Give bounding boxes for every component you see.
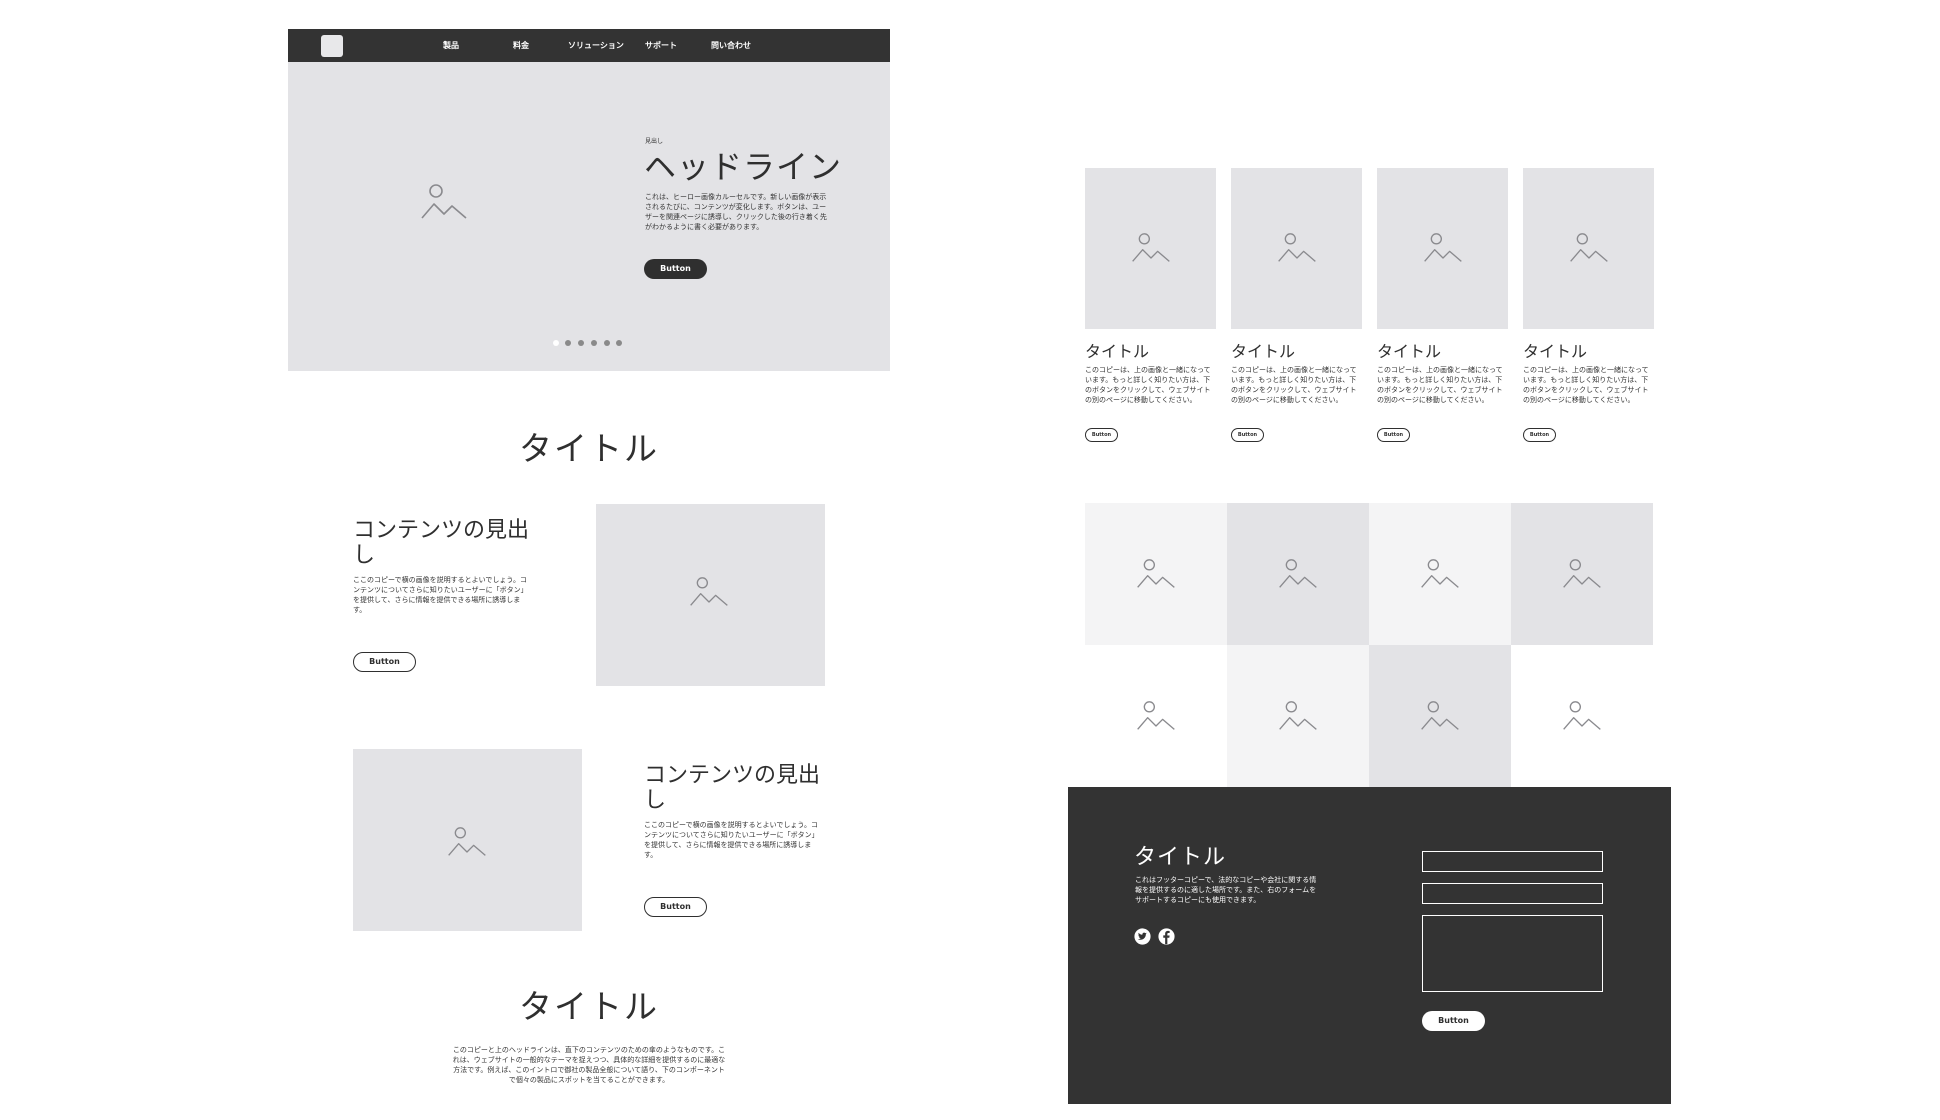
card-title: タイトル [1377, 342, 1442, 361]
gallery-tile[interactable] [1227, 645, 1369, 787]
image-placeholder-icon [1569, 231, 1609, 265]
image-placeholder-icon [1278, 557, 1318, 591]
content-button[interactable]: Button [644, 897, 707, 917]
hero-headline: ヘッドライン [644, 148, 843, 186]
gallery-tile[interactable] [1085, 503, 1227, 645]
card-image [1523, 168, 1654, 329]
footer-input[interactable] [1422, 883, 1603, 904]
content-body: ここのコピーで横の画像を説明するとよいでしょう。コンテンツについてさらに知りたい… [644, 821, 819, 859]
card-button[interactable]: Button [1377, 428, 1410, 442]
footer-submit-button[interactable]: Button [1422, 1011, 1485, 1031]
section-title: タイトル [519, 429, 659, 468]
card-body: このコピーは、上の画像と一緒になっています。もっと詳しく知りたい方は、下のボタン… [1085, 366, 1211, 404]
gallery-tile[interactable] [1369, 645, 1511, 787]
nav-item-support[interactable]: サポート [645, 29, 677, 62]
card-button[interactable]: Button [1085, 428, 1118, 442]
image-placeholder-icon [1420, 699, 1460, 733]
image-placeholder-icon [447, 825, 487, 859]
image-placeholder-icon [1278, 699, 1318, 733]
card-body: このコピーは、上の画像と一緒になっています。もっと詳しく知りたい方は、下のボタン… [1523, 366, 1649, 404]
content-button[interactable]: Button [353, 652, 416, 672]
image-placeholder-icon [1136, 557, 1176, 591]
image-placeholder-icon [1136, 699, 1176, 733]
card-button[interactable]: Button [1523, 428, 1556, 442]
footer-body: これはフッターコピーで、法的なコピーや会社に関する情報を提供するのに適した場所で… [1135, 876, 1317, 904]
nav-item-solutions[interactable]: ソリューション [568, 29, 624, 62]
gallery-tile[interactable] [1511, 645, 1653, 787]
hero-body: これは、ヒーロー画像カルーセルです。新しい画像が表示されるたびに、コンテンツが変… [645, 193, 827, 231]
facebook-icon[interactable] [1158, 928, 1175, 945]
image-placeholder-icon [689, 575, 729, 609]
image-placeholder-icon [1562, 557, 1602, 591]
image-placeholder-icon [1131, 231, 1171, 265]
logo[interactable] [321, 35, 343, 57]
card-image [1377, 168, 1508, 329]
carousel-dot[interactable] [616, 340, 622, 346]
twitter-icon[interactable] [1134, 928, 1151, 945]
carousel-dot[interactable] [565, 340, 571, 346]
section-title: タイトル [519, 987, 659, 1026]
image-placeholder-icon [420, 182, 468, 222]
card-title: タイトル [1523, 342, 1588, 361]
content-heading: コンテンツの見出し [353, 518, 530, 568]
carousel-dots [553, 340, 633, 348]
content-body: ここのコピーで横の画像を説明するとよいでしょう。コンテンツについてさらに知りたい… [353, 576, 528, 614]
content-image [596, 504, 825, 686]
nav-item-contact[interactable]: 問い合わせ [711, 29, 751, 62]
image-placeholder-icon [1420, 557, 1460, 591]
footer-input[interactable] [1422, 851, 1603, 872]
content-image [353, 749, 582, 931]
gallery-tile[interactable] [1085, 645, 1227, 787]
footer-textarea[interactable] [1422, 915, 1603, 992]
image-placeholder-icon [1562, 699, 1602, 733]
intro-body: このコピーと上のヘッドラインは、直下のコンテンツのための傘のようなものです。これ… [452, 1046, 726, 1084]
card-title: タイトル [1085, 342, 1150, 361]
hero-carousel[interactable]: 見出し ヘッドライン これは、ヒーロー画像カルーセルです。新しい画像が表示される… [288, 62, 890, 371]
image-placeholder-icon [1277, 231, 1317, 265]
gallery-tile[interactable] [1227, 503, 1369, 645]
carousel-dot[interactable] [591, 340, 597, 346]
gallery-tile[interactable] [1369, 503, 1511, 645]
card-title: タイトル [1231, 342, 1296, 361]
card-button[interactable]: Button [1231, 428, 1264, 442]
carousel-dot[interactable] [553, 340, 559, 346]
carousel-dot[interactable] [578, 340, 584, 346]
image-placeholder-icon [1423, 231, 1463, 265]
card-body: このコピーは、上の画像と一緒になっています。もっと詳しく知りたい方は、下のボタン… [1231, 366, 1357, 404]
nav-item-products[interactable]: 製品 [443, 29, 459, 62]
card-image [1231, 168, 1362, 329]
card-image [1085, 168, 1216, 329]
gallery-tile[interactable] [1511, 503, 1653, 645]
nav-item-pricing[interactable]: 料金 [513, 29, 529, 62]
navbar: 製品 料金 ソリューション サポート 問い合わせ [288, 29, 890, 62]
content-heading: コンテンツの見出し [644, 763, 821, 813]
footer-title: タイトル [1134, 845, 1227, 870]
card-body: このコピーは、上の画像と一緒になっています。もっと詳しく知りたい方は、下のボタン… [1377, 366, 1503, 404]
carousel-dot[interactable] [604, 340, 610, 346]
footer: タイトル これはフッターコピーで、法的なコピーや会社に関する情報を提供するのに適… [1068, 787, 1671, 1104]
hero-button[interactable]: Button [644, 259, 707, 279]
